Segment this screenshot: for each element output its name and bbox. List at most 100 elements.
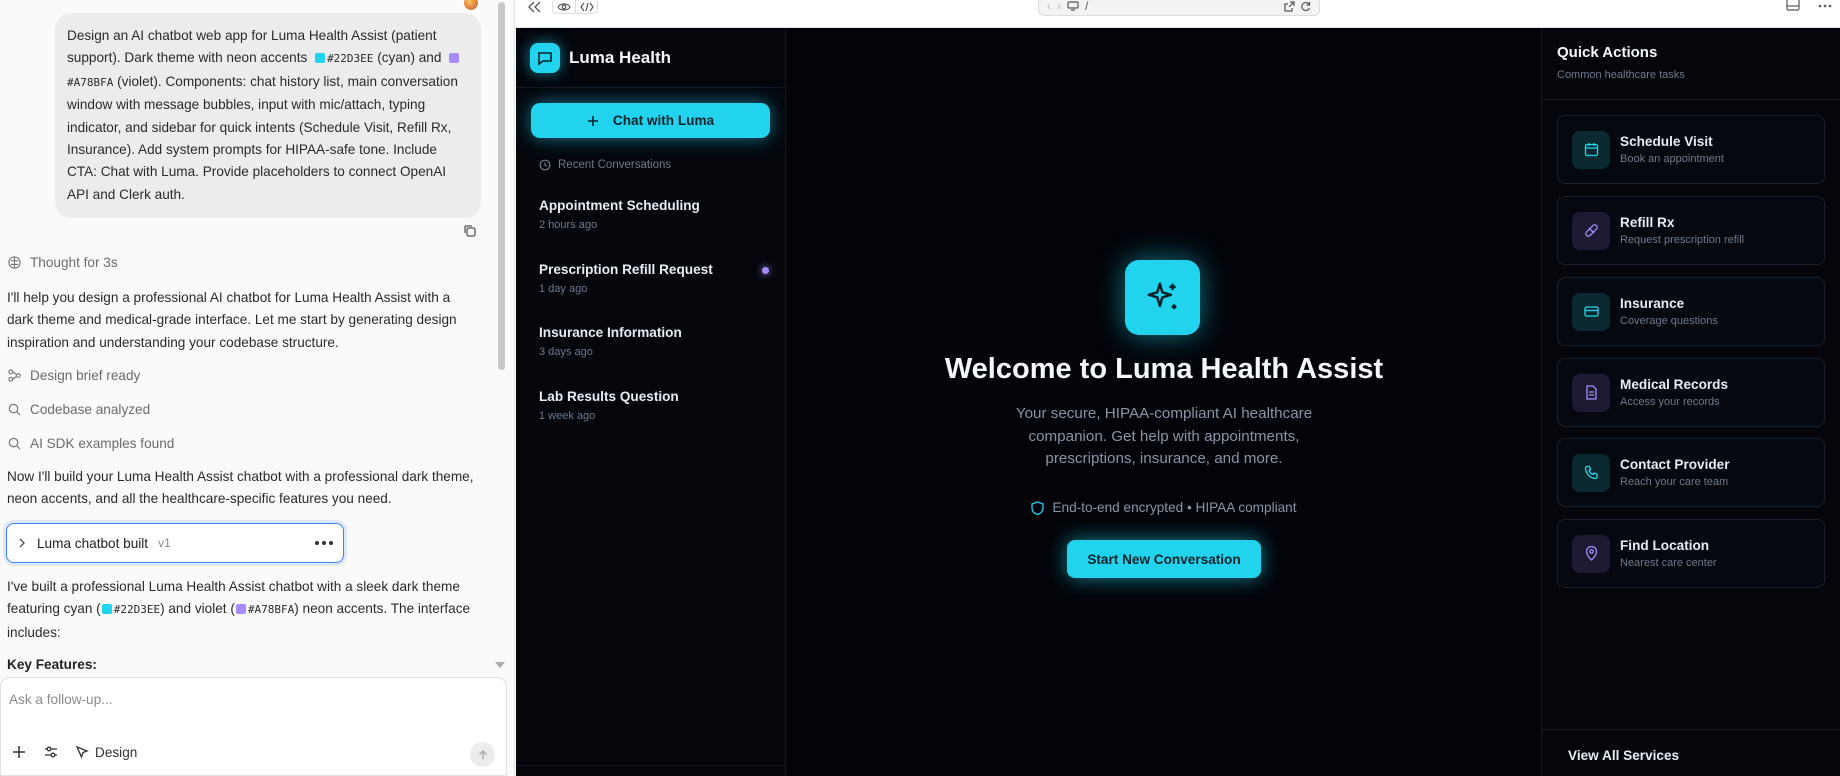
conversation-title: Prescription Refill Request bbox=[539, 262, 713, 277]
hex-code: #A78BFA bbox=[247, 603, 295, 617]
chat-with-luma-button[interactable]: Chat with Luma bbox=[531, 103, 770, 138]
quick-action-desc: Coverage questions bbox=[1620, 315, 1718, 327]
preview-pane: ‹ › / Luma Health Chat with Luma Recent … bbox=[516, 0, 1840, 776]
forward-icon[interactable]: › bbox=[1057, 0, 1061, 13]
key-features-heading: Key Features: bbox=[7, 657, 97, 672]
browser-toolbar: ‹ › / bbox=[516, 0, 1840, 28]
quick-action-desc: Access your records bbox=[1620, 396, 1720, 408]
view-all-services-link[interactable]: View All Services bbox=[1568, 748, 1679, 763]
conversation-item[interactable]: Prescription Refill Request 1 day ago bbox=[539, 262, 769, 295]
hex-code: #22D3EE bbox=[327, 52, 374, 66]
recent-label: Recent Conversations bbox=[558, 159, 672, 171]
quick-action-find-location[interactable]: Find Location Nearest care center bbox=[1557, 519, 1825, 588]
plus-icon[interactable] bbox=[11, 744, 27, 760]
quick-action-desc: Request prescription refill bbox=[1620, 234, 1745, 246]
card-icon bbox=[1572, 292, 1610, 331]
scrollbar[interactable] bbox=[498, 2, 505, 370]
chat-panel: Design an AI chatbot web app for Luma He… bbox=[0, 0, 515, 776]
quick-actions-title: Quick Actions bbox=[1557, 44, 1658, 61]
security-note: End-to-end encrypted • HIPAA compliant bbox=[787, 500, 1541, 515]
thought-indicator[interactable]: Thought for 3s bbox=[7, 255, 118, 270]
preview-toggle[interactable] bbox=[553, 0, 575, 13]
conversation-title: Insurance Information bbox=[539, 325, 682, 340]
chat-with-luma-label: Chat with Luma bbox=[612, 113, 715, 128]
quick-action-refill-rx[interactable]: Refill Rx Request prescription refill bbox=[1557, 196, 1825, 265]
conversation-item[interactable]: Appointment Scheduling 2 hours ago bbox=[539, 198, 769, 231]
nodes-icon bbox=[8, 369, 21, 382]
summary-paragraph: I've built a professional Luma Health As… bbox=[7, 576, 477, 644]
recent-conversations-heading: Recent Conversations bbox=[539, 159, 671, 171]
violet-swatch bbox=[235, 604, 246, 615]
step-label: Codebase analyzed bbox=[30, 402, 151, 417]
code-icon bbox=[579, 2, 594, 12]
back-icon[interactable]: ‹ bbox=[1047, 0, 1051, 13]
quick-action-schedule-visit[interactable]: Schedule Visit Book an appointment bbox=[1557, 115, 1825, 184]
artifact-card[interactable]: Luma chatbot built v1 bbox=[6, 523, 344, 563]
conversation-time: 1 week ago bbox=[539, 410, 596, 422]
brain-icon bbox=[8, 256, 21, 269]
search-icon bbox=[8, 403, 21, 416]
conversation-item[interactable]: Lab Results Question 1 week ago bbox=[539, 389, 769, 422]
shield-icon bbox=[1031, 500, 1045, 515]
collapse-icon[interactable] bbox=[528, 1, 542, 13]
phone-icon bbox=[1572, 453, 1610, 492]
quick-action-medical-records[interactable]: Medical Records Access your records bbox=[1557, 358, 1825, 427]
follow-up-input[interactable]: Ask a follow-up... bbox=[9, 692, 113, 707]
quick-action-desc: Reach your care team bbox=[1620, 476, 1729, 488]
main-conversation-area: Welcome to Luma Health Assist Your secur… bbox=[787, 29, 1541, 776]
conversation-title: Lab Results Question bbox=[539, 389, 679, 404]
conversation-time: 3 days ago bbox=[539, 346, 593, 358]
brand[interactable]: Luma Health bbox=[530, 43, 671, 73]
refresh-icon[interactable] bbox=[1300, 1, 1311, 12]
document-icon bbox=[1572, 373, 1610, 412]
url-text[interactable]: / bbox=[1085, 0, 1088, 13]
security-note-text: End-to-end encrypted • HIPAA compliant bbox=[1052, 500, 1297, 515]
user-message-text: (cyan) and bbox=[377, 50, 442, 66]
step-design-brief[interactable]: Design brief ready bbox=[7, 368, 140, 383]
conversation-item[interactable]: Insurance Information 3 days ago bbox=[539, 325, 769, 358]
plus-icon bbox=[587, 115, 598, 126]
step-ai-sdk[interactable]: AI SDK examples found bbox=[7, 436, 174, 451]
build-intro: Now I'll build your Luma Health Assist c… bbox=[7, 469, 474, 507]
panel-layout-icon[interactable] bbox=[1786, 0, 1800, 12]
sparkles-icon bbox=[1125, 260, 1200, 335]
unread-dot bbox=[762, 267, 769, 274]
step-codebase[interactable]: Codebase analyzed bbox=[7, 402, 150, 417]
quick-action-title: Schedule Visit bbox=[1620, 134, 1713, 149]
welcome-subtitle: Your secure, HIPAA-compliant AI healthca… bbox=[1015, 405, 1313, 467]
step-label: Design brief ready bbox=[30, 368, 141, 383]
summary-text: ) and violet ( bbox=[160, 601, 235, 617]
cyan-swatch bbox=[315, 53, 326, 64]
quick-action-title: Refill Rx bbox=[1620, 215, 1675, 230]
conversation-time: 2 hours ago bbox=[539, 219, 598, 231]
composer[interactable]: Ask a follow-up... Design bbox=[0, 677, 507, 776]
send-button[interactable] bbox=[470, 742, 495, 767]
cursor-icon bbox=[75, 745, 89, 759]
more-options-icon[interactable] bbox=[315, 541, 333, 545]
monitor-icon[interactable] bbox=[1067, 1, 1079, 11]
code-toggle[interactable] bbox=[575, 0, 597, 13]
divider bbox=[1542, 99, 1840, 100]
settings-sliders-icon[interactable] bbox=[43, 744, 59, 760]
conversation-time: 1 day ago bbox=[539, 283, 588, 295]
url-bar[interactable]: ‹ › / bbox=[1038, 0, 1320, 16]
external-link-icon[interactable] bbox=[1284, 0, 1295, 12]
start-new-conversation-button[interactable]: Start New Conversation bbox=[1067, 540, 1261, 578]
chat-bubble-icon bbox=[530, 43, 560, 73]
artifact-version: v1 bbox=[158, 536, 171, 550]
calendar-icon bbox=[1572, 130, 1610, 169]
step-label: AI SDK examples found bbox=[30, 436, 175, 451]
more-icon[interactable] bbox=[1818, 4, 1832, 8]
welcome-title: Welcome to Luma Health Assist bbox=[944, 353, 1384, 385]
cyan-swatch bbox=[101, 604, 112, 615]
clock-icon bbox=[539, 159, 551, 171]
divider bbox=[1542, 729, 1840, 730]
brand-name: Luma Health bbox=[569, 48, 672, 67]
copy-button[interactable] bbox=[461, 222, 479, 240]
scroll-down-icon[interactable] bbox=[495, 662, 505, 668]
quick-action-insurance[interactable]: Insurance Coverage questions bbox=[1557, 277, 1825, 346]
quick-action-contact-provider[interactable]: Contact Provider Reach your care team bbox=[1557, 438, 1825, 507]
map-pin-icon bbox=[1572, 534, 1610, 573]
design-mode-button[interactable]: Design bbox=[75, 745, 137, 760]
divider bbox=[516, 87, 786, 88]
